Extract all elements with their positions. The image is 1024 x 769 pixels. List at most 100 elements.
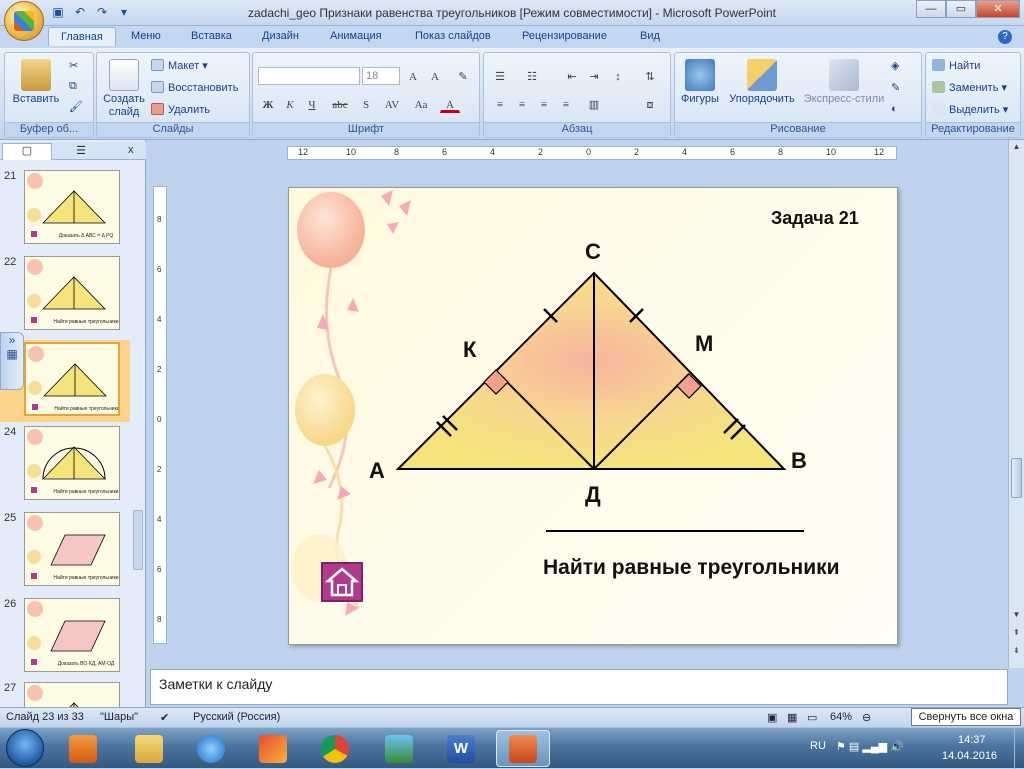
tab-slideshow[interactable]: Показ слайдов: [415, 30, 491, 42]
clock-time[interactable]: 14:37: [958, 734, 986, 746]
italic-icon[interactable]: К: [280, 95, 300, 113]
taskbar-media-player[interactable]: [56, 730, 110, 767]
slide-thumbnail[interactable]: 21 Доказать Δ ABC = Δ PQ: [0, 168, 130, 250]
tray-icons[interactable]: ⚑ ▤ ▂▄▆ 🔊: [836, 740, 904, 753]
decrease-indent-icon[interactable]: ⇤: [562, 67, 582, 85]
zoom-out-icon[interactable]: ⊖: [862, 711, 871, 724]
spacing-icon[interactable]: AV: [378, 95, 406, 113]
increase-indent-icon[interactable]: ⇥: [584, 67, 604, 85]
case-icon[interactable]: Aa: [408, 95, 434, 113]
shadow-icon[interactable]: S: [356, 95, 376, 113]
copy-icon[interactable]: ⧉: [69, 80, 77, 93]
layout-button[interactable]: Макет ▾: [151, 59, 208, 72]
tab-insert[interactable]: Вставка: [191, 30, 232, 42]
arrange-button[interactable]: Упорядочить: [725, 59, 799, 106]
scroll-thumb[interactable]: [1011, 458, 1022, 498]
prev-slide-icon[interactable]: ⇞: [1010, 628, 1023, 642]
tab-review[interactable]: Рецензирование: [522, 30, 607, 42]
align-right-icon[interactable]: ≡: [534, 95, 554, 113]
reset-button[interactable]: Восстановить: [151, 81, 238, 94]
start-button[interactable]: [6, 729, 44, 767]
notes-pane[interactable]: Заметки к слайду: [150, 669, 1008, 705]
columns-icon[interactable]: ▥: [584, 95, 604, 113]
text-direction-icon[interactable]: ⇅: [640, 67, 660, 85]
align-center-icon[interactable]: ≡: [512, 95, 532, 113]
font-name-combo[interactable]: [258, 67, 360, 85]
slide-scrollbar[interactable]: ▲ ▼ ⇞ ⇟: [1008, 140, 1024, 668]
triangle-ACB: [395, 271, 787, 470]
tab-view[interactable]: Вид: [640, 30, 660, 42]
taskbar-chrome[interactable]: [308, 730, 362, 767]
shape-outline-icon[interactable]: ✎: [891, 81, 900, 94]
slide-thumbnail[interactable]: 24 Найти равные треугольники: [0, 424, 130, 506]
slide-thumbnail[interactable]: 25 Найти равные треугольники: [0, 510, 130, 592]
taskbar-word[interactable]: W: [434, 730, 488, 767]
shape-fill-icon[interactable]: ◈: [891, 59, 899, 72]
outline-tab[interactable]: ☰: [56, 144, 106, 160]
slide-canvas[interactable]: Задача 21 С А В Д К М Найти равные треуг…: [288, 187, 898, 645]
justify-icon[interactable]: ≡: [556, 95, 576, 113]
zoom-level[interactable]: 64%: [830, 711, 852, 723]
office-button[interactable]: [4, 1, 44, 41]
slides-tab[interactable]: ▢: [2, 143, 52, 160]
slideshow-view-icon[interactable]: ▭: [807, 711, 817, 724]
clear-format-icon[interactable]: ✎: [453, 67, 473, 85]
select-button[interactable]: Выделить ▾: [932, 103, 1008, 116]
close-button[interactable]: ✕: [976, 0, 1020, 18]
pane-scrollbar-thumb[interactable]: [133, 510, 143, 570]
language[interactable]: Русский (Россия): [193, 711, 280, 723]
input-language[interactable]: RU: [810, 740, 826, 752]
maximize-button[interactable]: ▭: [946, 0, 976, 18]
underline-icon[interactable]: Ч: [302, 95, 322, 113]
find-button[interactable]: Найти: [932, 59, 980, 72]
grow-font-icon[interactable]: A: [403, 67, 423, 85]
ruler-tick-label: 12: [298, 147, 309, 157]
group-drawing: Фигуры Упорядочить Экспресс-стили ◈ ✎ ◐ …: [674, 52, 922, 138]
close-pane-icon[interactable]: x: [128, 144, 134, 156]
taskbar-ie[interactable]: [184, 730, 238, 767]
help-icon[interactable]: ?: [998, 30, 1012, 44]
strikethrough-icon[interactable]: abc: [326, 95, 354, 113]
normal-view-icon[interactable]: ▣: [767, 711, 777, 724]
slide-thumbnail[interactable]: 22 Найти равные треугольники: [0, 254, 130, 336]
replace-button[interactable]: Заменить ▾: [932, 81, 1007, 94]
slide-thumbnail[interactable]: 26 Доказать ВО·КД, АМ·ОД: [0, 596, 130, 678]
format-painter-icon[interactable]: 🖌: [69, 100, 83, 113]
paste-button[interactable]: Вставить: [11, 59, 61, 106]
taskbar-explorer[interactable]: [122, 730, 176, 767]
shrink-font-icon[interactable]: A: [425, 67, 445, 85]
minimize-button[interactable]: —: [916, 0, 946, 18]
home-button[interactable]: [321, 562, 363, 602]
scroll-up-icon[interactable]: ▲: [1010, 142, 1023, 156]
tab-animation[interactable]: Анимация: [330, 30, 382, 42]
paragraph-group-label: Абзац: [484, 122, 670, 137]
align-left-icon[interactable]: ≡: [490, 95, 510, 113]
font-size-combo[interactable]: 18: [362, 67, 400, 85]
sorter-view-icon[interactable]: ▦: [787, 711, 797, 724]
spellcheck-icon[interactable]: ✔: [160, 711, 169, 724]
tab-home[interactable]: Главная: [48, 27, 116, 46]
tab-design[interactable]: Дизайн: [262, 30, 299, 42]
tab-menu[interactable]: Меню: [131, 30, 161, 42]
numbering-icon[interactable]: ☷: [522, 67, 542, 85]
font-color-icon[interactable]: A: [440, 95, 460, 113]
shapes-icon: [685, 59, 715, 91]
smartart-icon[interactable]: ⧈: [640, 95, 660, 113]
new-slide-button[interactable]: Создать слайд: [101, 59, 147, 119]
taskbar-photo[interactable]: [372, 730, 426, 767]
line-spacing-icon[interactable]: ↕: [608, 67, 628, 85]
delete-slide-button[interactable]: Удалить: [151, 103, 210, 116]
cut-icon[interactable]: ✂: [69, 59, 78, 72]
bullets-icon[interactable]: ☰: [490, 67, 510, 85]
shape-effects-icon[interactable]: ◐: [891, 103, 898, 115]
collapse-pane-button[interactable]: » ▦: [0, 332, 24, 390]
show-desktop-button[interactable]: [1014, 728, 1024, 769]
clock-date[interactable]: 14.04.2016: [942, 750, 997, 762]
scroll-down-icon[interactable]: ▼: [1010, 610, 1023, 624]
taskbar-app[interactable]: [246, 730, 300, 767]
shapes-button[interactable]: Фигуры: [679, 59, 721, 106]
next-slide-icon[interactable]: ⇟: [1010, 646, 1023, 660]
taskbar-powerpoint[interactable]: [496, 730, 550, 767]
quick-styles-button[interactable]: Экспресс-стили: [801, 59, 887, 106]
bold-icon[interactable]: Ж: [258, 95, 278, 113]
